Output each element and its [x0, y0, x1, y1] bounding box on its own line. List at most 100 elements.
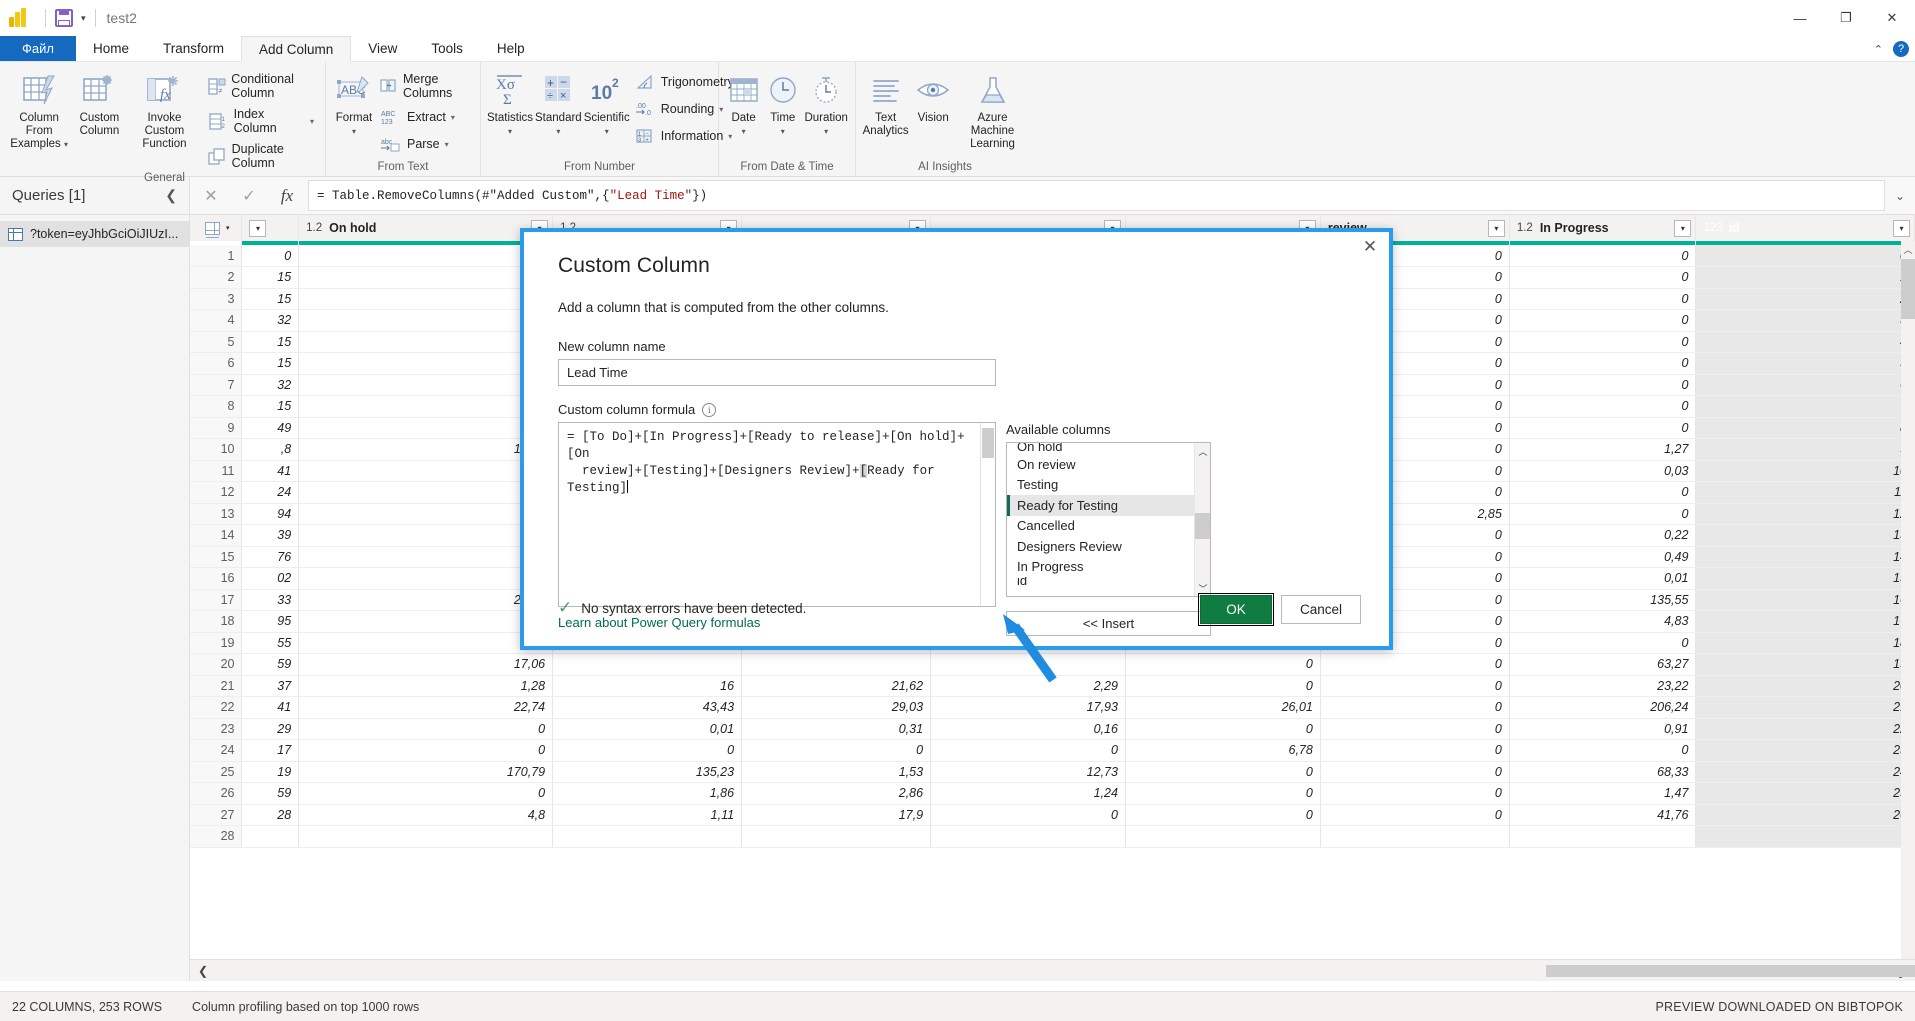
cell[interactable]: 17,06 [299, 654, 553, 676]
scroll-left-icon[interactable]: ❮ [190, 960, 216, 981]
cell[interactable]: 17,93 [931, 697, 1126, 719]
cell[interactable]: 1,24 [931, 783, 1126, 805]
cell[interactable]: 0,91 [1509, 718, 1696, 740]
cell[interactable]: 0 [1320, 654, 1509, 676]
cell[interactable]: 1,47 [1509, 783, 1696, 805]
cell[interactable]: 0 [1125, 783, 1320, 805]
cell[interactable]: 0 [1509, 288, 1696, 310]
formula-scrollbar[interactable] [980, 423, 995, 606]
tab-file[interactable]: Файл [0, 36, 76, 61]
table-row[interactable]: 224122,7443,4329,0317,9326,010206,2421 [190, 697, 1915, 719]
cell-id[interactable]: 3 [1696, 310, 1915, 332]
cell-id[interactable]: 9 [1696, 439, 1915, 461]
cell[interactable]: 0,49 [1509, 546, 1696, 568]
cell[interactable]: 0 [1320, 761, 1509, 783]
cell-id[interactable]: 24 [1696, 761, 1915, 783]
help-icon[interactable]: ? [1893, 41, 1909, 57]
cell[interactable]: 0 [299, 740, 553, 762]
cell[interactable]: 15 [242, 353, 299, 375]
table-row[interactable]: 232900,010,310,16000,9122 [190, 718, 1915, 740]
cell[interactable]: 4,8 [299, 804, 553, 826]
cell[interactable]: 02 [242, 568, 299, 590]
select-all-corner[interactable]: ▾ [190, 215, 242, 241]
scroll-down-icon[interactable]: ﹀ [1195, 580, 1211, 596]
chevron-down-icon[interactable]: ▾ [556, 127, 560, 136]
row-number[interactable]: 6 [190, 353, 242, 375]
table-row[interactable]: 28 [190, 826, 1915, 848]
collapse-queries-icon[interactable]: ❮ [165, 187, 177, 204]
cell[interactable]: 29,03 [742, 697, 931, 719]
tab-view[interactable]: View [351, 36, 414, 61]
cell[interactable]: 0,39 [299, 611, 553, 633]
row-number[interactable]: 11 [190, 460, 242, 482]
cell-id[interactable] [1696, 826, 1915, 848]
available-columns-list[interactable]: On holdOn reviewTestingReady for Testing… [1006, 442, 1211, 597]
cell[interactable]: 206,24 [1509, 697, 1696, 719]
row-number[interactable]: 13 [190, 503, 242, 525]
cell[interactable]: 1,28 [299, 675, 553, 697]
cell[interactable]: 0,16 [931, 718, 1126, 740]
cell[interactable]: 32 [242, 310, 299, 332]
formula-input[interactable]: = Table.RemoveColumns(#"Added Custom",{"… [308, 180, 1885, 211]
cell[interactable]: 0 [1509, 374, 1696, 396]
cell[interactable]: 0 [1320, 783, 1509, 805]
cell[interactable] [242, 826, 299, 848]
cell[interactable]: 0 [1509, 331, 1696, 353]
filter-dropdown-icon[interactable]: ▾ [249, 220, 266, 237]
cell[interactable]: 0 [299, 267, 553, 289]
cell-id[interactable]: 0 [1696, 245, 1915, 267]
available-column-item[interactable]: id [1007, 577, 1194, 588]
cell[interactable]: 0 [931, 804, 1126, 826]
cell[interactable]: 28 [242, 804, 299, 826]
row-number[interactable]: 4 [190, 310, 242, 332]
cell[interactable]: 17,89 [299, 439, 553, 461]
standard-button[interactable]: + − ÷ × Standard ▾ [535, 66, 582, 138]
cell[interactable]: 59 [242, 654, 299, 676]
scroll-thumb[interactable] [1195, 513, 1211, 539]
cell[interactable]: 6,71 [299, 632, 553, 654]
cell[interactable]: 0 [1125, 654, 1320, 676]
row-number[interactable]: 17 [190, 589, 242, 611]
row-number[interactable]: 22 [190, 697, 242, 719]
available-column-item[interactable]: Ready for Testing [1007, 495, 1194, 516]
cell[interactable]: 23,22 [1509, 675, 1696, 697]
cell[interactable] [742, 826, 931, 848]
cell-id[interactable]: 19 [1696, 654, 1915, 676]
merge-columns-button[interactable]: Merge Columns [378, 70, 474, 102]
cell[interactable]: 0 [1509, 482, 1696, 504]
cell-id[interactable]: 2 [1696, 288, 1915, 310]
query-list-item[interactable]: ?token=eyJhbGciOiJIUzI... [0, 221, 189, 247]
filter-dropdown-icon[interactable]: ▾ [1674, 220, 1691, 237]
cell[interactable]: 0,73 [299, 568, 553, 590]
cell[interactable]: 0 [1509, 396, 1696, 418]
cell[interactable]: 15 [242, 288, 299, 310]
cell-id[interactable]: 14 [1696, 546, 1915, 568]
cell[interactable]: 0 [1320, 804, 1509, 826]
chevron-down-icon[interactable]: ▾ [508, 127, 512, 136]
cell[interactable]: 0 [299, 245, 553, 267]
cell[interactable]: 0 [299, 310, 553, 332]
cell[interactable] [1509, 826, 1696, 848]
cell[interactable]: 94 [242, 503, 299, 525]
row-number[interactable]: 16 [190, 568, 242, 590]
time-button[interactable]: Time ▾ [764, 66, 801, 138]
cell[interactable]: 0 [299, 783, 553, 805]
available-column-item[interactable]: In Progress [1007, 557, 1194, 578]
cell[interactable]: 0 [1125, 718, 1320, 740]
cell[interactable]: 0,01 [299, 525, 553, 547]
format-button[interactable]: ABC Format ▾ [332, 66, 376, 138]
ok-button[interactable]: OK [1200, 595, 1272, 624]
available-column-item[interactable]: Testing [1007, 475, 1194, 496]
grid-vertical-scrollbar[interactable]: ︿ [1901, 241, 1915, 959]
cell[interactable] [1125, 826, 1320, 848]
cell-id[interactable]: 20 [1696, 675, 1915, 697]
cell[interactable]: 4,83 [1509, 611, 1696, 633]
cell-id[interactable]: 25 [1696, 783, 1915, 805]
cell[interactable]: 0,01 [553, 718, 742, 740]
cell[interactable]: 3,55 [299, 417, 553, 439]
expand-formula-bar-icon[interactable]: ⌄ [1885, 177, 1915, 214]
cell-id[interactable]: 7 [1696, 396, 1915, 418]
horizontal-scroll-thumb[interactable] [1546, 965, 1915, 977]
cell-id[interactable]: 17 [1696, 611, 1915, 633]
cell[interactable]: 0 [1509, 267, 1696, 289]
